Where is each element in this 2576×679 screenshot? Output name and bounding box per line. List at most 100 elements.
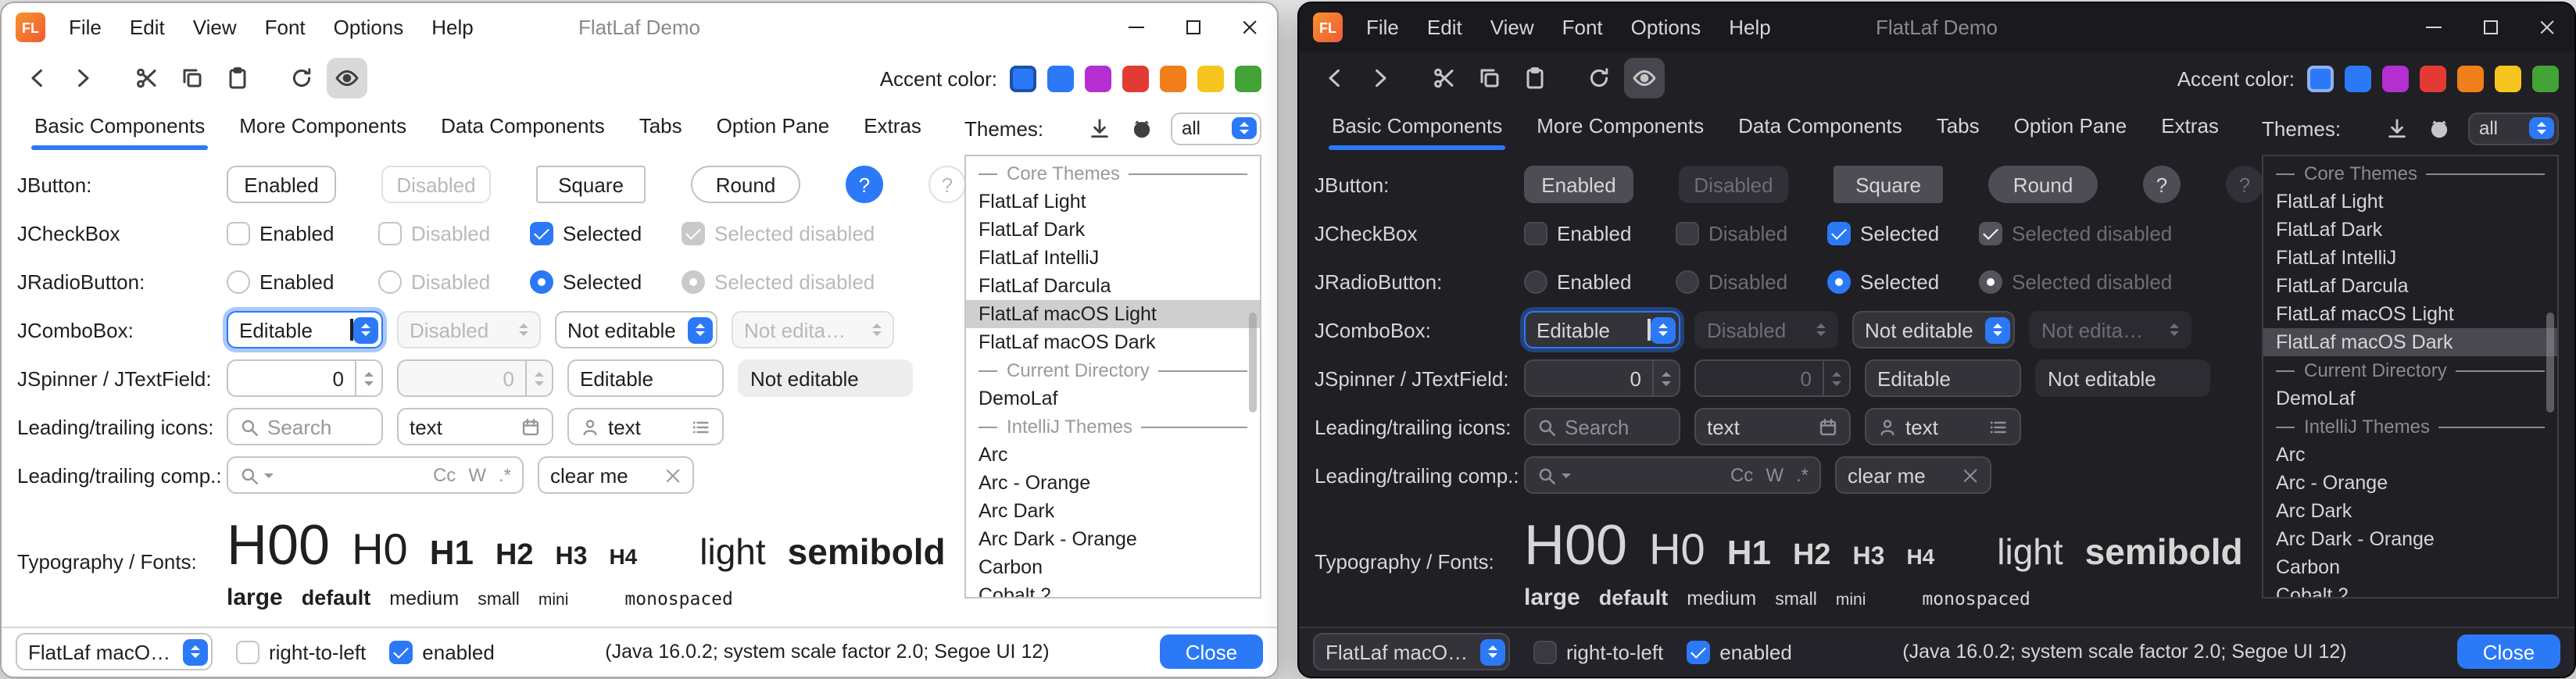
accent-color-swatch[interactable]: [2420, 65, 2446, 91]
tab[interactable]: Tabs: [1919, 105, 1997, 152]
theme-list-item[interactable]: FlatLaf IntelliJ: [966, 244, 1260, 272]
lookandfeel-combobox[interactable]: FlatLaf macOS Dark: [1313, 633, 1510, 670]
whole-word-toggle[interactable]: W: [468, 464, 486, 486]
theme-list-item[interactable]: Arc Dark: [2263, 497, 2557, 525]
paste-button[interactable]: [1515, 58, 1555, 98]
forward-button[interactable]: [63, 58, 103, 98]
themes-filter-combobox[interactable]: all: [2468, 112, 2559, 145]
minimize-button[interactable]: [2406, 3, 2462, 52]
menu-item[interactable]: Font: [251, 3, 320, 52]
theme-list-item[interactable]: Arc Dark - Orange: [966, 525, 1260, 553]
search-field[interactable]: Search: [1524, 408, 1680, 445]
show-hidden-button[interactable]: [1624, 58, 1665, 98]
clearable-field[interactable]: clear me: [1835, 456, 1991, 494]
accent-color-swatch[interactable]: [2382, 65, 2409, 91]
tab[interactable]: Basic Components: [17, 105, 222, 152]
right-to-left-checkbox[interactable]: right-to-left: [1533, 640, 1663, 663]
spinner-stepper-icon[interactable]: [1652, 361, 1679, 395]
show-hidden-button[interactable]: [327, 58, 367, 98]
accent-color-swatch[interactable]: [1122, 65, 1149, 91]
maximize-button[interactable]: [2462, 3, 2518, 52]
menu-item[interactable]: Help: [1715, 3, 1785, 52]
copy-button[interactable]: [1469, 58, 1510, 98]
checkbox-selected[interactable]: Selected: [530, 221, 682, 245]
editable-textfield[interactable]: Editable: [1865, 359, 2021, 397]
enabled-button[interactable]: Enabled: [1524, 166, 1633, 203]
menu-item[interactable]: Help: [417, 3, 488, 52]
editable-combobox[interactable]: Editable: [227, 311, 383, 348]
tab[interactable]: Basic Components: [1315, 105, 1519, 152]
theme-list-item[interactable]: FlatLaf IntelliJ: [2263, 244, 2557, 272]
themes-list[interactable]: Core ThemesFlatLaf LightFlatLaf DarkFlat…: [964, 155, 1261, 599]
theme-list-item[interactable]: Core Themes: [966, 159, 1260, 188]
round-button[interactable]: Round: [691, 166, 800, 203]
back-button[interactable]: [1315, 58, 1355, 98]
theme-list-item[interactable]: FlatLaf macOS Light: [2263, 300, 2557, 328]
menu-item[interactable]: View: [1476, 3, 1548, 52]
regex-toggle[interactable]: .*: [1796, 464, 1809, 486]
theme-list-item[interactable]: Arc - Orange: [2263, 469, 2557, 497]
download-button[interactable]: [2382, 114, 2410, 142]
square-button[interactable]: Square: [1834, 166, 1943, 203]
window-close-button[interactable]: [2518, 3, 2574, 52]
user-field[interactable]: text: [567, 408, 724, 445]
theme-list-item[interactable]: Cobalt 2: [2263, 581, 2557, 599]
combobox-arrow-icon[interactable]: [352, 316, 377, 343]
theme-list-item[interactable]: Carbon: [966, 553, 1260, 581]
window-close-button[interactable]: [1221, 3, 1277, 52]
spinner[interactable]: 0: [1524, 359, 1680, 397]
theme-list-item[interactable]: FlatLaf Light: [2263, 188, 2557, 216]
theme-list-item[interactable]: IntelliJ Themes: [2263, 413, 2557, 441]
enabled-button[interactable]: Enabled: [227, 166, 336, 203]
spinner-stepper-icon[interactable]: [355, 361, 381, 395]
themes-list[interactable]: Core ThemesFlatLaf LightFlatLaf DarkFlat…: [2262, 155, 2559, 599]
theme-list-item[interactable]: FlatLaf macOS Dark: [966, 328, 1260, 356]
radio-selected[interactable]: Selected: [530, 270, 682, 293]
tab[interactable]: Extras: [846, 105, 939, 152]
theme-list-item[interactable]: FlatLaf Dark: [2263, 216, 2557, 244]
accent-color-swatch[interactable]: [2345, 65, 2371, 91]
refresh-button[interactable]: [1579, 58, 1619, 98]
clear-icon[interactable]: [664, 466, 682, 484]
theme-list-item[interactable]: FlatLaf macOS Dark: [2263, 328, 2557, 356]
theme-list-item[interactable]: Arc: [2263, 441, 2557, 469]
combobox-arrow-icon[interactable]: [1479, 638, 1504, 665]
menu-item[interactable]: File: [1352, 3, 1413, 52]
accent-color-swatch[interactable]: [2495, 65, 2521, 91]
combobox-arrow-icon[interactable]: [1984, 316, 2009, 343]
accent-color-swatch[interactable]: [2532, 65, 2559, 91]
accent-color-swatch[interactable]: [1197, 65, 1224, 91]
spinner[interactable]: 0: [227, 359, 383, 397]
forward-button[interactable]: [1360, 58, 1401, 98]
editable-textfield[interactable]: Editable: [567, 359, 724, 397]
search-with-options-field[interactable]: Cc W .*: [1524, 456, 1821, 494]
theme-list-item[interactable]: Current Directory: [966, 356, 1260, 384]
theme-list-item[interactable]: Arc: [966, 441, 1260, 469]
theme-list-item[interactable]: DemoLaf: [2263, 384, 2557, 413]
theme-list-item[interactable]: Carbon: [2263, 553, 2557, 581]
tab[interactable]: More Components: [1519, 105, 1721, 152]
clear-icon[interactable]: [1962, 466, 1979, 484]
back-button[interactable]: [17, 58, 58, 98]
match-case-toggle[interactable]: Cc: [433, 464, 456, 486]
radio-enabled[interactable]: Enabled: [1524, 270, 1676, 293]
refresh-button[interactable]: [281, 58, 322, 98]
cut-button[interactable]: [127, 58, 167, 98]
theme-list-item[interactable]: FlatLaf Darcula: [966, 272, 1260, 300]
theme-list-item[interactable]: FlatLaf Darcula: [2263, 272, 2557, 300]
radio-enabled[interactable]: Enabled: [227, 270, 378, 293]
copy-button[interactable]: [172, 58, 213, 98]
whole-word-toggle[interactable]: W: [1766, 464, 1784, 486]
help-button[interactable]: ?: [2143, 166, 2181, 203]
date-field[interactable]: text: [397, 408, 553, 445]
theme-list-item[interactable]: Current Directory: [2263, 356, 2557, 384]
menu-item[interactable]: Font: [1548, 3, 1617, 52]
lookandfeel-combobox[interactable]: FlatLaf macOS Light: [16, 633, 213, 670]
tab[interactable]: Data Components: [424, 105, 622, 152]
enabled-checkbox[interactable]: enabled: [1687, 640, 1792, 663]
menu-item[interactable]: File: [55, 3, 116, 52]
chevron-down-icon[interactable]: [264, 473, 274, 477]
scrollbar-thumb[interactable]: [2546, 313, 2554, 413]
paste-button[interactable]: [217, 58, 258, 98]
menu-item[interactable]: Edit: [116, 3, 179, 52]
